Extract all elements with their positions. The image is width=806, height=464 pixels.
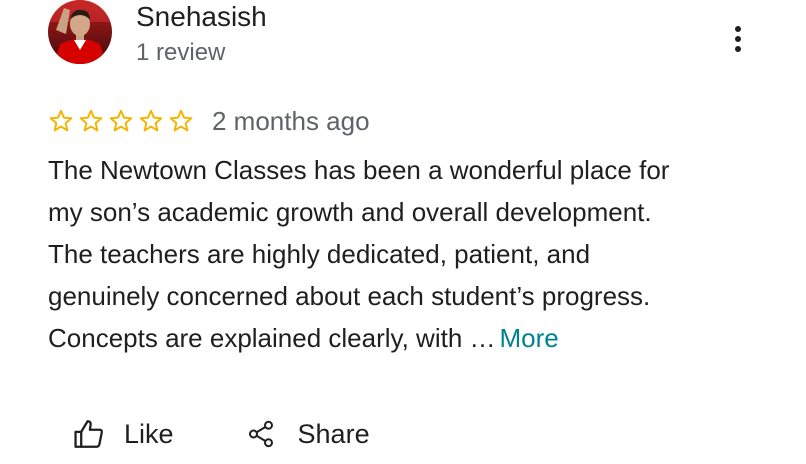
rating-row: 2 months ago — [48, 104, 370, 138]
review-text-line: The Newtown Classes has been a wonderful… — [48, 155, 670, 185]
star-outline-icon — [78, 108, 104, 134]
star-outline-icon — [138, 108, 164, 134]
review-actions: Like Share — [72, 412, 370, 456]
review-text-last-line: Concepts are explained clearly, with … Mo… — [48, 317, 758, 359]
star-outline-icon — [108, 108, 134, 134]
avatar[interactable] — [48, 0, 112, 64]
profile-photo-icon — [48, 0, 112, 64]
review-text: The Newtown Classes has been a wonderful… — [48, 149, 758, 359]
more-vert-icon — [735, 26, 741, 32]
review-card: Snehasish 1 review 2 months ago The Newt… — [0, 0, 806, 464]
review-text-line: my son’s academic growth and overall dev… — [48, 197, 652, 227]
more-vert-icon-dot — [735, 46, 741, 52]
review-count[interactable]: 1 review — [136, 38, 225, 68]
review-text-line: Concepts are explained clearly, with … — [48, 323, 496, 353]
share-button[interactable]: Share — [246, 418, 370, 450]
share-label: Share — [297, 418, 370, 449]
more-link[interactable]: More — [500, 323, 559, 353]
review-text-line: The teachers are highly dedicated, patie… — [48, 239, 591, 269]
reviewer-name[interactable]: Snehasish — [136, 0, 267, 34]
review-date: 2 months ago — [212, 106, 370, 136]
star-rating — [48, 108, 194, 134]
like-button[interactable]: Like — [72, 417, 174, 451]
more-vert-icon-dot — [735, 36, 741, 42]
thumb-up-icon — [72, 417, 106, 451]
share-icon — [246, 418, 276, 450]
star-outline-icon — [48, 108, 74, 134]
more-options-button[interactable] — [722, 22, 754, 56]
like-label: Like — [124, 418, 174, 449]
star-outline-icon — [168, 108, 194, 134]
review-text-line: genuinely concerned about each student’s… — [48, 281, 651, 311]
